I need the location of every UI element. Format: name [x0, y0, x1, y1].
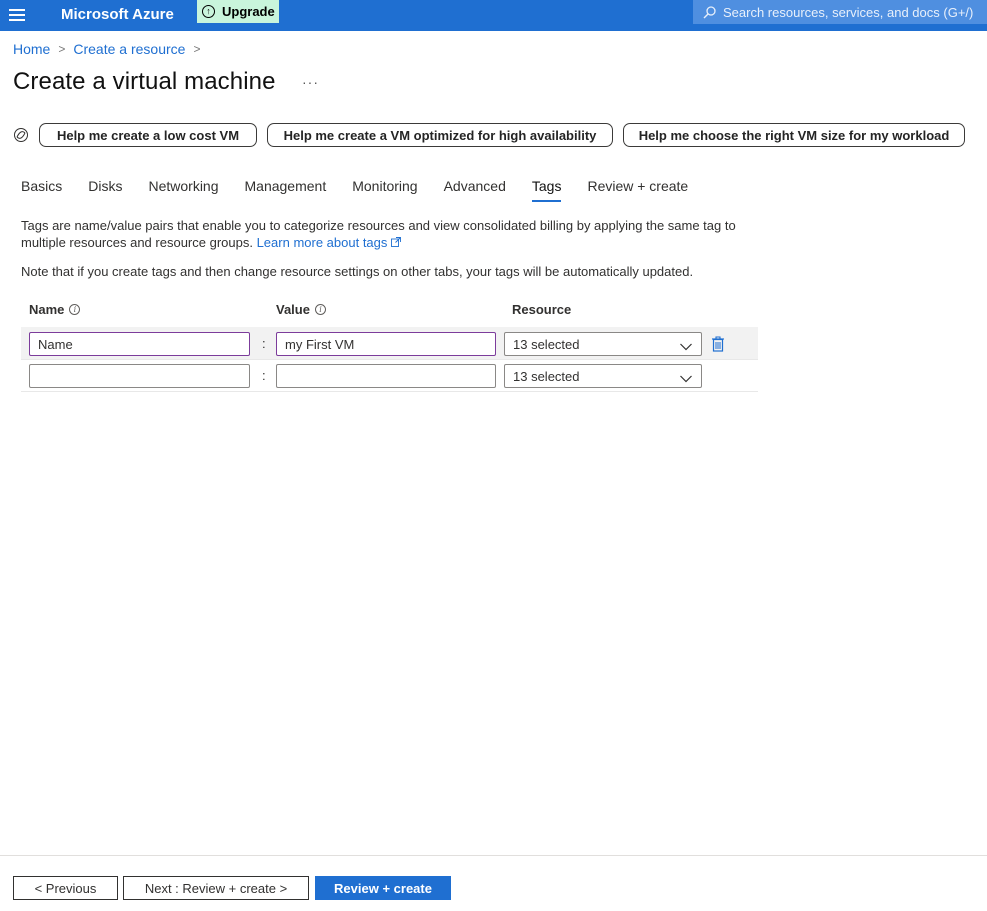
column-header-name: Name i: [29, 302, 81, 317]
column-header-value-label: Value: [276, 302, 310, 317]
tags-note: Note that if you create tags and then ch…: [21, 264, 694, 279]
resource-dropdown[interactable]: 13 selected: [504, 332, 702, 356]
footer-divider: [0, 855, 987, 856]
more-options-icon[interactable]: ···: [302, 74, 319, 90]
tab-review-create[interactable]: Review + create: [587, 178, 688, 200]
search-icon: [703, 6, 716, 19]
name-value-separator: :: [262, 368, 266, 383]
column-header-name-label: Name: [29, 302, 65, 317]
column-header-resource-label: Resource: [512, 302, 572, 317]
resource-dropdown[interactable]: 13 selected: [504, 364, 702, 388]
row-divider: [21, 359, 758, 360]
tab-disks[interactable]: Disks: [88, 178, 122, 200]
tab-networking[interactable]: Networking: [148, 178, 218, 200]
tab-tags[interactable]: Tags: [531, 178, 561, 202]
tab-management[interactable]: Management: [245, 178, 327, 200]
breadcrumb-create-resource[interactable]: Create a resource: [73, 41, 185, 57]
page-title: Create a virtual machine: [13, 68, 276, 95]
tab-basics[interactable]: Basics: [21, 178, 62, 200]
next-button[interactable]: Next : Review + create >: [123, 876, 309, 900]
top-bar: Microsoft Azure ↑ Upgrade Search resourc…: [0, 0, 987, 31]
name-value-separator: :: [262, 336, 266, 351]
tag-value-input[interactable]: my First VM: [276, 332, 496, 356]
chevron-right-icon: >: [58, 42, 66, 56]
external-link-icon: [391, 234, 402, 247]
tags-description: Tags are name/value pairs that enable yo…: [21, 217, 761, 251]
resource-dropdown-value: 13 selected: [513, 336, 580, 352]
info-icon[interactable]: i: [314, 304, 326, 315]
tab-monitoring[interactable]: Monitoring: [352, 178, 417, 200]
chevron-down-icon: [680, 339, 692, 351]
help-vm-size-button[interactable]: Help me choose the right VM size for my …: [623, 123, 965, 147]
wizard-tabs: Basics Disks Networking Management Monit…: [21, 178, 714, 202]
help-low-cost-vm-button[interactable]: Help me create a low cost VM: [39, 123, 257, 147]
column-header-value: Value i: [276, 302, 326, 317]
info-icon[interactable]: i: [69, 304, 81, 315]
brand-title[interactable]: Microsoft Azure: [61, 4, 174, 26]
tab-advanced[interactable]: Advanced: [444, 178, 506, 200]
breadcrumb: Home > Create a resource >: [13, 41, 208, 57]
learn-more-link[interactable]: Learn more about tags: [257, 235, 388, 250]
tag-name-input[interactable]: Name: [29, 332, 250, 356]
review-create-button[interactable]: Review + create: [315, 876, 451, 900]
upgrade-button[interactable]: ↑ Upgrade: [197, 0, 279, 23]
chevron-right-icon: >: [193, 42, 201, 56]
previous-button[interactable]: < Previous: [13, 876, 118, 900]
breadcrumb-home[interactable]: Home: [13, 41, 50, 57]
arrow-up-icon: ↑: [202, 5, 215, 18]
trash-icon[interactable]: [711, 336, 725, 352]
tag-value-input[interactable]: [276, 364, 496, 388]
search-input[interactable]: Search resources, services, and docs (G+…: [693, 0, 987, 24]
copilot-icon: [13, 127, 29, 143]
row-divider: [21, 391, 758, 392]
column-header-resource: Resource: [512, 302, 571, 317]
upgrade-label: Upgrade: [222, 4, 275, 19]
help-high-availability-button[interactable]: Help me create a VM optimized for high a…: [267, 123, 613, 147]
chevron-down-icon: [680, 371, 692, 383]
resource-dropdown-value: 13 selected: [513, 368, 580, 384]
hamburger-menu-icon[interactable]: [8, 6, 26, 24]
search-placeholder: Search resources, services, and docs (G+…: [723, 4, 974, 20]
tag-name-input[interactable]: [29, 364, 250, 388]
